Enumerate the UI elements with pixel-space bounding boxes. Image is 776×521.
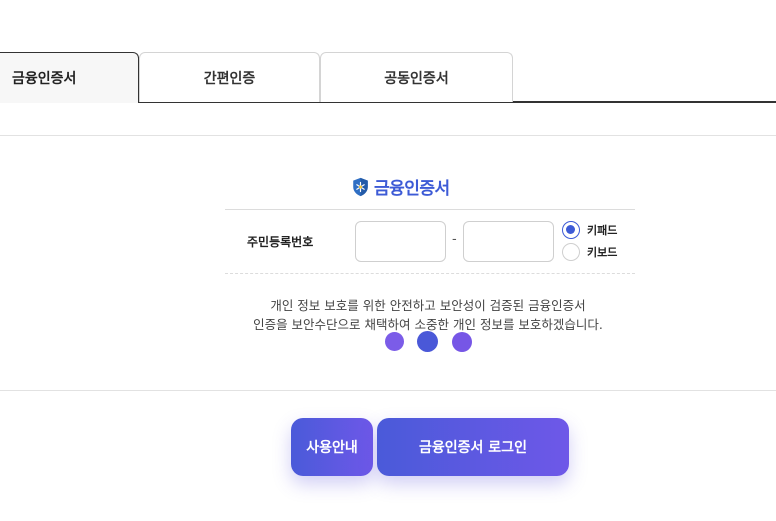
- form-divider-top: [225, 209, 635, 210]
- radio-keyboard-label: 키보드: [587, 246, 618, 259]
- auth-tabs: 금융인증서 간편인증 공동인증서: [0, 52, 776, 103]
- tab-simple-auth[interactable]: 간편인증: [139, 52, 320, 102]
- radio-keypad-circle[interactable]: [562, 221, 580, 239]
- loading-dot: [452, 332, 472, 352]
- divider-top: [0, 135, 776, 136]
- rrn-back-input[interactable]: [463, 221, 554, 262]
- notice-line-1: 개인 정보 보호를 위한 안전하고 보안성이 검증된 금융인증서: [270, 298, 586, 313]
- form-divider-bottom: [225, 273, 635, 274]
- loading-dot: [417, 331, 438, 352]
- shield-icon: [351, 177, 370, 197]
- radio-keyboard-circle[interactable]: [562, 243, 580, 261]
- rrn-front-input[interactable]: [355, 221, 446, 262]
- radio-keypad[interactable]: 키패드: [562, 221, 617, 239]
- usage-guide-button[interactable]: 사용안내: [291, 418, 373, 476]
- cert-login-button[interactable]: 금융인증서 로그인: [377, 418, 569, 476]
- divider-bottom: [0, 390, 776, 391]
- tab-joint-cert[interactable]: 공동인증서: [320, 52, 513, 102]
- loading-dot: [385, 332, 404, 351]
- cert-title: 금융인증서: [374, 179, 450, 199]
- radio-keypad-label: 키패드: [587, 224, 618, 237]
- rrn-separator: -: [452, 232, 457, 247]
- security-notice: 개인 정보 보호를 위한 안전하고 보안성이 검증된 금융인증서 인증을 보안수…: [200, 296, 656, 334]
- cert-heading: 금융인증서: [351, 174, 450, 199]
- rrn-label: 주민등록번호: [247, 235, 314, 249]
- tab-financial-cert[interactable]: 금융인증서: [0, 52, 139, 103]
- radio-keyboard[interactable]: 키보드: [562, 243, 617, 261]
- loading-indicator: [384, 331, 474, 353]
